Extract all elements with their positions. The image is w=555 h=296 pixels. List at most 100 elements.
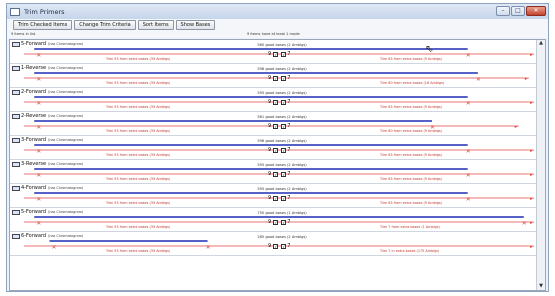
sequence-row[interactable]: ✕ ✕ ▸ 2-Reverse (has Chromatogram) 561 good b… xyxy=(10,112,545,136)
sequence-row[interactable]: ✕ ✕ ▸ 2-Forward (has Chromatogram) 595 good b… xyxy=(10,88,545,112)
sequence-row[interactable]: ✕ ✕ ▸ 5-Forward (has Chromatogram) 560 good b… xyxy=(10,40,545,64)
trim-marker-icon[interactable]: ✕ xyxy=(466,100,471,107)
change-trim-criteria-button[interactable]: Change Trim Criteria xyxy=(74,20,136,30)
trim-marker-icon[interactable]: ✕ xyxy=(466,148,471,155)
sequence-list-panel: ✕ ✕ ▸ 5-Forward (has Chromatogram) 560 good b… xyxy=(9,39,546,291)
trim-right-checkbox[interactable]: ✓ xyxy=(281,51,287,57)
minimize-button[interactable]: – xyxy=(496,6,510,16)
trim-right-checkbox[interactable]: ✓ xyxy=(281,171,287,177)
sequence-description: (has Chromatogram) xyxy=(48,90,84,94)
trim-right-checkbox[interactable]: ✓ xyxy=(281,219,287,225)
trim-left-checkbox[interactable]: ✓ xyxy=(273,147,279,153)
trim-controls: 9 ✓ ✓ 7 xyxy=(268,51,290,57)
trim-right-text: Trim 65 from extra bases (9 Ambigs) xyxy=(380,105,443,109)
trim-marker-icon[interactable]: ✕ xyxy=(36,100,41,107)
trim-controls: 9 ✓ ✓ 7 xyxy=(268,195,290,201)
trim-left-text: Trim 55 from extra bases (39 Ambigs) xyxy=(106,57,171,61)
app-icon xyxy=(10,7,20,16)
trim-right-checkbox[interactable]: ✓ xyxy=(281,195,287,201)
sort-items-button[interactable]: Sort Items xyxy=(137,20,174,30)
trim-left-checkbox[interactable]: ✓ xyxy=(273,99,279,105)
sequence-row[interactable]: ✕ ✕ ▸ 3-Reverse (has Chromatogram) 595 good b… xyxy=(10,160,545,184)
trim-marker-icon[interactable]: ✕ xyxy=(52,244,57,251)
window-title: Trim Primers xyxy=(24,7,65,16)
trim-right-count: 7 xyxy=(287,195,291,201)
sequence-row[interactable]: ✕ ✕ ▸ 4-Forward (has Chromatogram) 595 good b… xyxy=(10,184,545,208)
trim-left-checkbox[interactable]: ✓ xyxy=(273,219,279,225)
arrow-right-icon: ▸ xyxy=(525,76,528,82)
trim-marker-icon[interactable]: ✕ xyxy=(522,220,527,227)
trim-marker-icon[interactable]: ✕ xyxy=(36,148,41,155)
sequence-file-icon xyxy=(12,162,20,167)
status-line: 9 items in list 9 items have at least 1 … xyxy=(7,31,548,38)
good-bases-label: 596 good bases (2 Ambigs) xyxy=(257,139,307,143)
trim-right-checkbox[interactable]: ✓ xyxy=(281,99,287,105)
close-button[interactable]: ✕ xyxy=(526,6,546,16)
sequence-description: (has Chromatogram) xyxy=(48,66,84,70)
good-bases-label: 750 good bases (1 Ambigs) xyxy=(257,211,307,215)
trim-primers-window: Trim Primers – □ ✕ Trim Checked Items Ch… xyxy=(6,3,549,292)
trim-marker-icon[interactable]: ✕ xyxy=(476,76,481,83)
trim-controls: 9 ✓ ✓ 7 xyxy=(268,99,290,105)
trim-marker-icon[interactable]: ✕ xyxy=(466,196,471,203)
trim-controls: 9 ✓ ✓ 7 xyxy=(268,243,290,249)
trim-marker-icon[interactable]: ✕ xyxy=(36,76,41,83)
sequence-row[interactable]: ✕ ✕ ▸ 6-Forward (has Chromatogram) 285 good b… xyxy=(10,232,545,256)
trim-left-count: 9 xyxy=(268,99,272,105)
trim-marker-icon[interactable]: ✕ xyxy=(36,220,41,227)
sequence-file-icon xyxy=(12,90,20,95)
trim-marker-icon[interactable]: ✕ xyxy=(36,52,41,59)
sequence-file-icon xyxy=(12,66,20,71)
trim-left-checkbox[interactable]: ✓ xyxy=(273,75,279,81)
scroll-down-icon[interactable]: ▼ xyxy=(537,283,545,290)
sequence-description: (has Chromatogram) xyxy=(48,186,84,190)
trim-right-checkbox[interactable]: ✓ xyxy=(281,243,287,249)
sequence-file-icon xyxy=(12,42,20,47)
trim-marker-icon[interactable]: ✕ xyxy=(466,52,471,59)
trim-checked-items-button[interactable]: Trim Checked Items xyxy=(13,20,73,30)
good-bases-label: 595 good bases (2 Ambigs) xyxy=(257,187,307,191)
sequence-description: (has Chromatogram) xyxy=(48,162,84,166)
trim-controls: 9 ✓ ✓ 7 xyxy=(268,219,290,225)
arrow-right-icon: ▸ xyxy=(530,172,533,178)
trim-marker-icon[interactable]: ✕ xyxy=(206,244,211,251)
sequence-row[interactable]: ✕ ✕ ▸ 5-Forward (has Chromatogram) 750 good b… xyxy=(10,208,545,232)
trim-right-checkbox[interactable]: ✓ xyxy=(281,123,287,129)
trim-marker-icon[interactable]: ✕ xyxy=(36,172,41,179)
trim-right-checkbox[interactable]: ✓ xyxy=(281,147,287,153)
scroll-up-icon[interactable]: ▲ xyxy=(537,40,545,47)
sequence-file-icon xyxy=(12,138,20,143)
trim-controls: 9 ✓ ✓ 7 xyxy=(268,123,290,129)
trim-right-checkbox[interactable]: ✓ xyxy=(281,75,287,81)
trim-left-count: 9 xyxy=(268,171,272,177)
trim-left-checkbox[interactable]: ✓ xyxy=(273,123,279,129)
sequence-description: (has Chromatogram) xyxy=(48,210,84,214)
arrow-right-icon: ▸ xyxy=(530,244,533,250)
vertical-scrollbar[interactable]: ▲ ▼ xyxy=(536,40,545,290)
trim-right-count: 7 xyxy=(287,243,291,249)
trim-left-text: Trim 55 from extra bases (39 Ambigs) xyxy=(106,201,171,205)
sequence-row[interactable]: ✕ ✕ ▸ 3-Forward (has Chromatogram) 596 good b… xyxy=(10,136,545,160)
sequence-rows: ✕ ✕ ▸ 5-Forward (has Chromatogram) 560 good b… xyxy=(10,40,545,290)
trim-right-count: 7 xyxy=(287,75,291,81)
trim-left-checkbox[interactable]: ✓ xyxy=(273,51,279,57)
trim-right-count: 7 xyxy=(287,219,291,225)
sequence-file-icon xyxy=(12,234,20,239)
sequence-description: (has Chromatogram) xyxy=(48,138,84,142)
arrow-right-icon: ▸ xyxy=(530,196,533,202)
trim-controls: 9 ✓ ✓ 7 xyxy=(268,75,290,81)
trim-marker-icon[interactable]: ✕ xyxy=(466,172,471,179)
trim-left-checkbox[interactable]: ✓ xyxy=(273,243,279,249)
good-bases-label: 561 good bases (2 Ambigs) xyxy=(257,115,307,119)
trim-left-checkbox[interactable]: ✓ xyxy=(273,171,279,177)
title-bar[interactable]: Trim Primers – □ ✕ xyxy=(7,4,548,19)
maximize-button[interactable]: □ xyxy=(511,6,525,16)
trim-marker-icon[interactable]: ✕ xyxy=(36,196,41,203)
sequence-name: 4-Forward xyxy=(21,185,47,191)
trim-left-text: Trim 55 from extra bases (39 Ambigs) xyxy=(106,153,171,157)
sequence-row[interactable]: ✕ ✕ ▸ 1-Reverse (has Chromatogram) 598 good b… xyxy=(10,64,545,88)
sequence-file-icon xyxy=(12,114,20,119)
trim-marker-icon[interactable]: ✕ xyxy=(36,124,41,131)
show-bases-button[interactable]: Show Bases xyxy=(175,20,216,30)
trim-left-checkbox[interactable]: ✓ xyxy=(273,195,279,201)
